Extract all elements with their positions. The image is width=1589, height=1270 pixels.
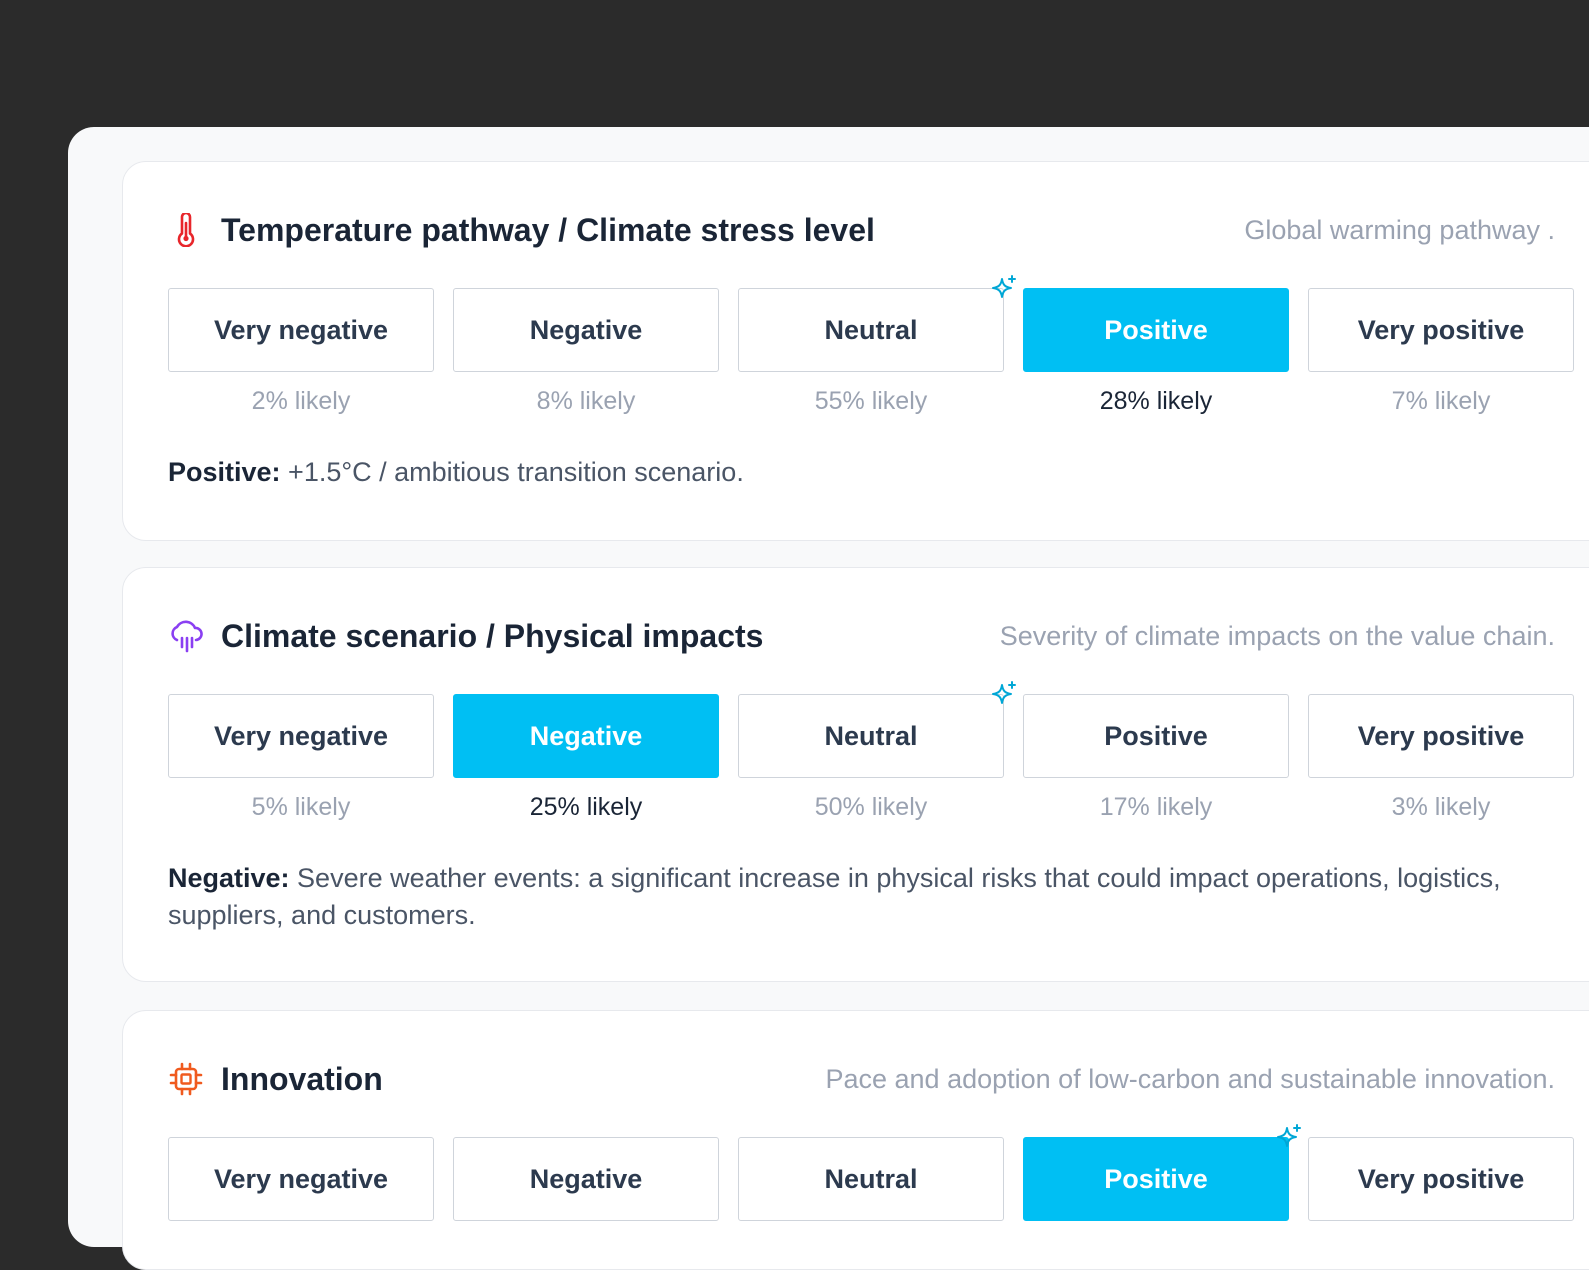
sparkle-icon	[990, 680, 1018, 708]
card-description: Global warming pathway .	[1244, 215, 1555, 245]
summary-label: Positive:	[168, 457, 281, 487]
option-very-negative[interactable]: Very negative	[168, 1137, 434, 1221]
option-negative[interactable]: Negative	[453, 694, 719, 778]
thermometer-icon	[168, 212, 204, 248]
card-description: Pace and adoption of low-carbon and sust…	[825, 1064, 1555, 1094]
sparkle-icon	[1275, 1123, 1303, 1151]
card-header: Temperature pathway / Climate stress lev…	[168, 210, 1589, 250]
option-positive[interactable]: Positive	[1023, 288, 1289, 372]
card-description: Severity of climate impacts on the value…	[999, 621, 1555, 651]
likelihood-positive: 17% likely	[1099, 793, 1213, 821]
cloud-rain-icon	[168, 618, 204, 654]
likelihood-neutral: 50% likely	[814, 793, 928, 821]
climate-scenario-card: Climate scenario / Physical impacts Seve…	[122, 567, 1589, 982]
selection-summary: Negative: Severe weather events: a signi…	[168, 860, 1568, 934]
likelihood-negative: 25% likely	[529, 793, 643, 821]
card-header: Climate scenario / Physical impacts Seve…	[168, 616, 1589, 656]
likelihood-very-positive: 3% likely	[1391, 793, 1491, 821]
selection-summary: Positive: +1.5°C / ambitious transition …	[168, 454, 1568, 491]
card-title: Temperature pathway / Climate stress lev…	[221, 212, 875, 248]
option-row: Very negative Negative Neutral Positive …	[168, 1124, 1574, 1221]
option-neutral[interactable]: Neutral	[738, 288, 1004, 372]
likelihood-positive: 28% likely	[1099, 387, 1213, 415]
likelihood-very-positive: 7% likely	[1391, 387, 1491, 415]
cpu-chip-icon	[168, 1061, 204, 1097]
likelihood-very-negative: 2% likely	[251, 387, 351, 415]
summary-label: Negative:	[168, 863, 290, 893]
sparkle-icon	[990, 274, 1018, 302]
card-header: Innovation Pace and adoption of low-carb…	[168, 1059, 1589, 1099]
likelihood-negative: 8% likely	[536, 387, 636, 415]
option-very-negative[interactable]: Very negative	[168, 288, 434, 372]
summary-text: Severe weather events: a significant inc…	[168, 863, 1501, 930]
innovation-card: Innovation Pace and adoption of low-carb…	[122, 1010, 1589, 1270]
card-title: Innovation	[221, 1061, 383, 1097]
option-positive[interactable]: Positive	[1023, 1137, 1289, 1221]
likelihood-very-negative: 5% likely	[251, 793, 351, 821]
likelihood-neutral: 55% likely	[814, 387, 928, 415]
option-negative[interactable]: Negative	[453, 1137, 719, 1221]
option-neutral[interactable]: Neutral	[738, 694, 1004, 778]
option-negative[interactable]: Negative	[453, 288, 719, 372]
option-very-positive[interactable]: Very positive	[1308, 288, 1574, 372]
option-very-positive[interactable]: Very positive	[1308, 694, 1574, 778]
option-very-negative[interactable]: Very negative	[168, 694, 434, 778]
option-row: Very negative Negative Neutral Positive …	[168, 275, 1574, 415]
option-row: Very negative Negative Neutral Positive …	[168, 681, 1574, 821]
option-very-positive[interactable]: Very positive	[1308, 1137, 1574, 1221]
option-positive[interactable]: Positive	[1023, 694, 1289, 778]
card-title: Climate scenario / Physical impacts	[221, 618, 764, 654]
option-neutral[interactable]: Neutral	[738, 1137, 1004, 1221]
temperature-pathway-card: Temperature pathway / Climate stress lev…	[122, 161, 1589, 541]
summary-text: +1.5°C / ambitious transition scenario.	[280, 457, 744, 487]
